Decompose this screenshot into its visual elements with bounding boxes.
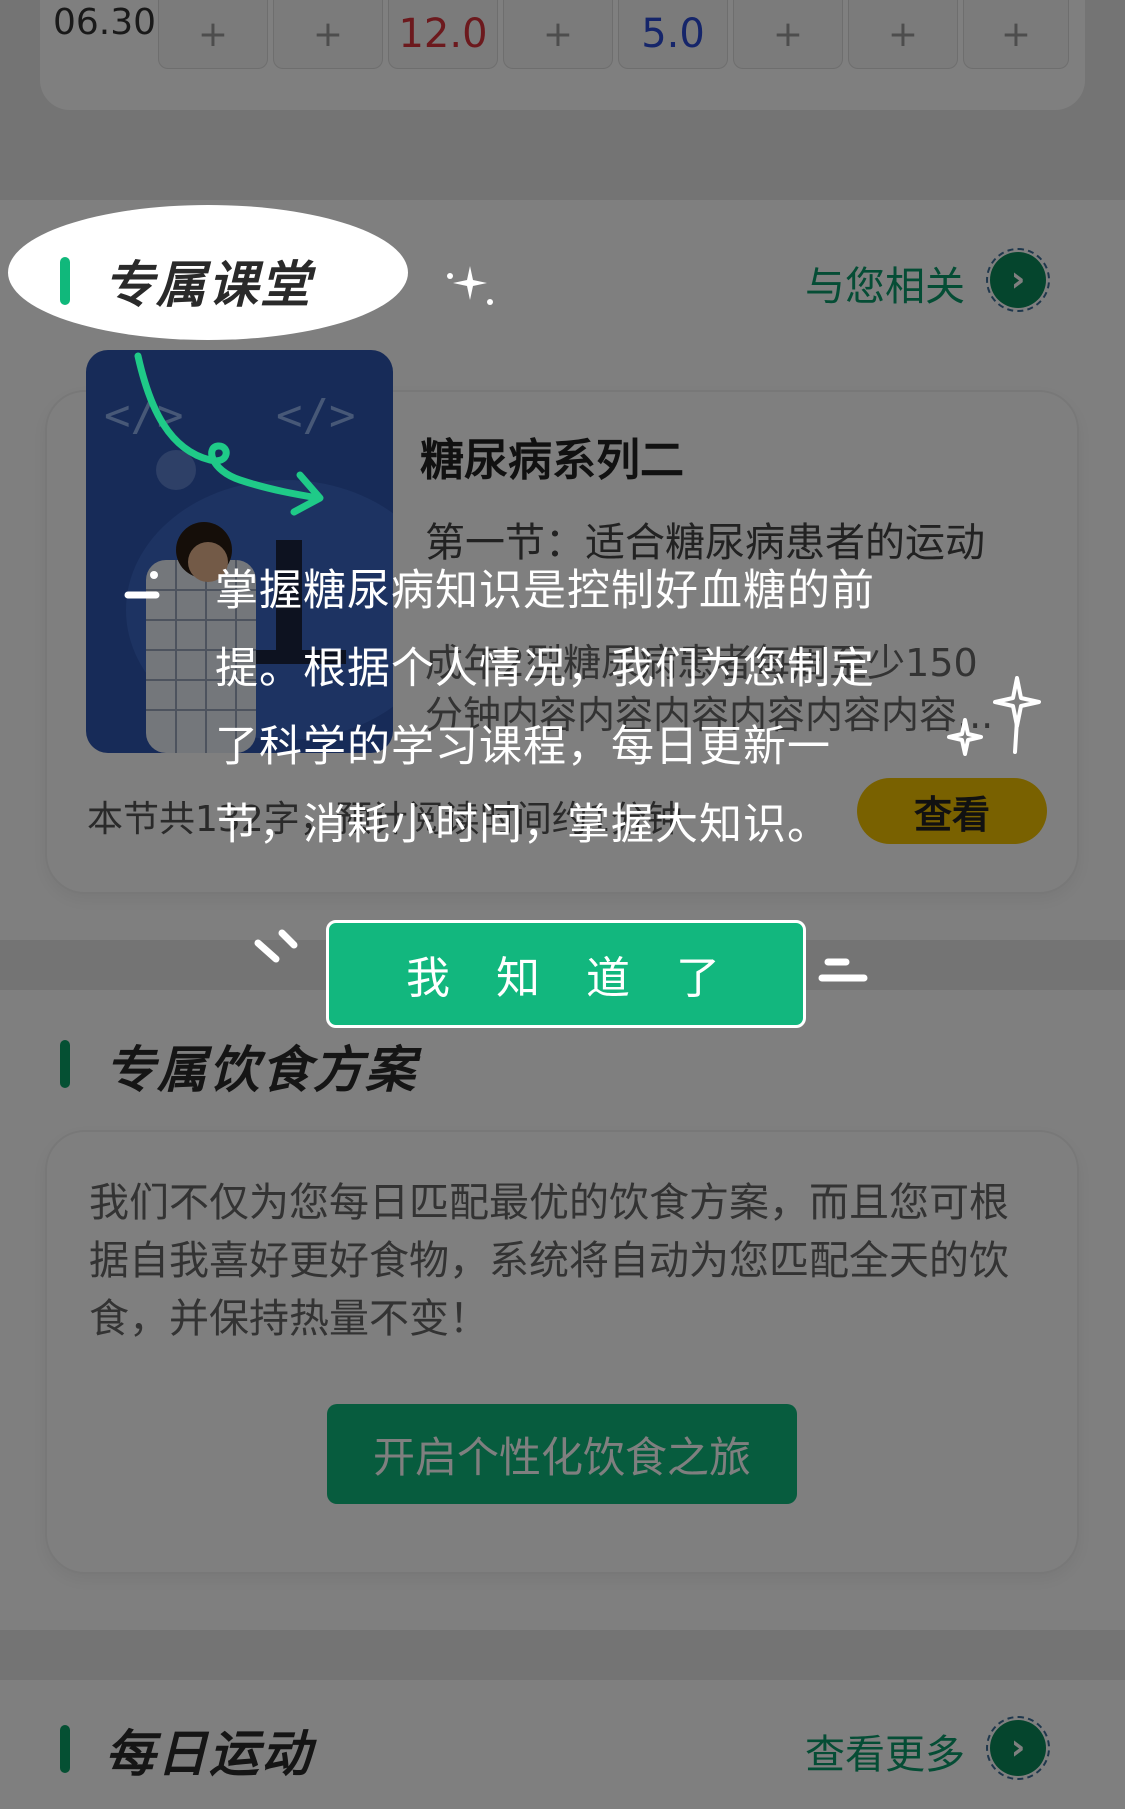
quote-mark-left-icon xyxy=(254,929,298,963)
highlight-title: 专属课堂 xyxy=(104,256,312,314)
arrow-curve-icon xyxy=(134,352,324,516)
guide-confirm-button[interactable]: 我 知 道 了 xyxy=(326,920,806,1028)
guide-confirm-label: 我 知 道 了 xyxy=(406,953,726,1004)
quote-mark-left-icon xyxy=(124,571,160,599)
sparkle-icon xyxy=(447,266,493,305)
highlight-bar xyxy=(60,257,70,305)
guide-text: 掌握糖尿病知识是控制好血糖的前 提。根据个人情况，我们为您制定 了科学的学习课程… xyxy=(215,552,975,864)
guide-line-3: 了科学的学习课程，每日更新一 xyxy=(215,722,831,772)
guide-line-2: 提。根据个人情况，我们为您制定 xyxy=(215,644,875,694)
quote-mark-right-icon xyxy=(818,958,868,982)
highlight-bubble: 专属课堂 xyxy=(8,205,408,340)
guide-line-1: 掌握糖尿病知识是控制好血糖的前 xyxy=(215,566,875,616)
guide-line-4: 节，消耗小时间，掌握大知识。 xyxy=(215,800,831,850)
